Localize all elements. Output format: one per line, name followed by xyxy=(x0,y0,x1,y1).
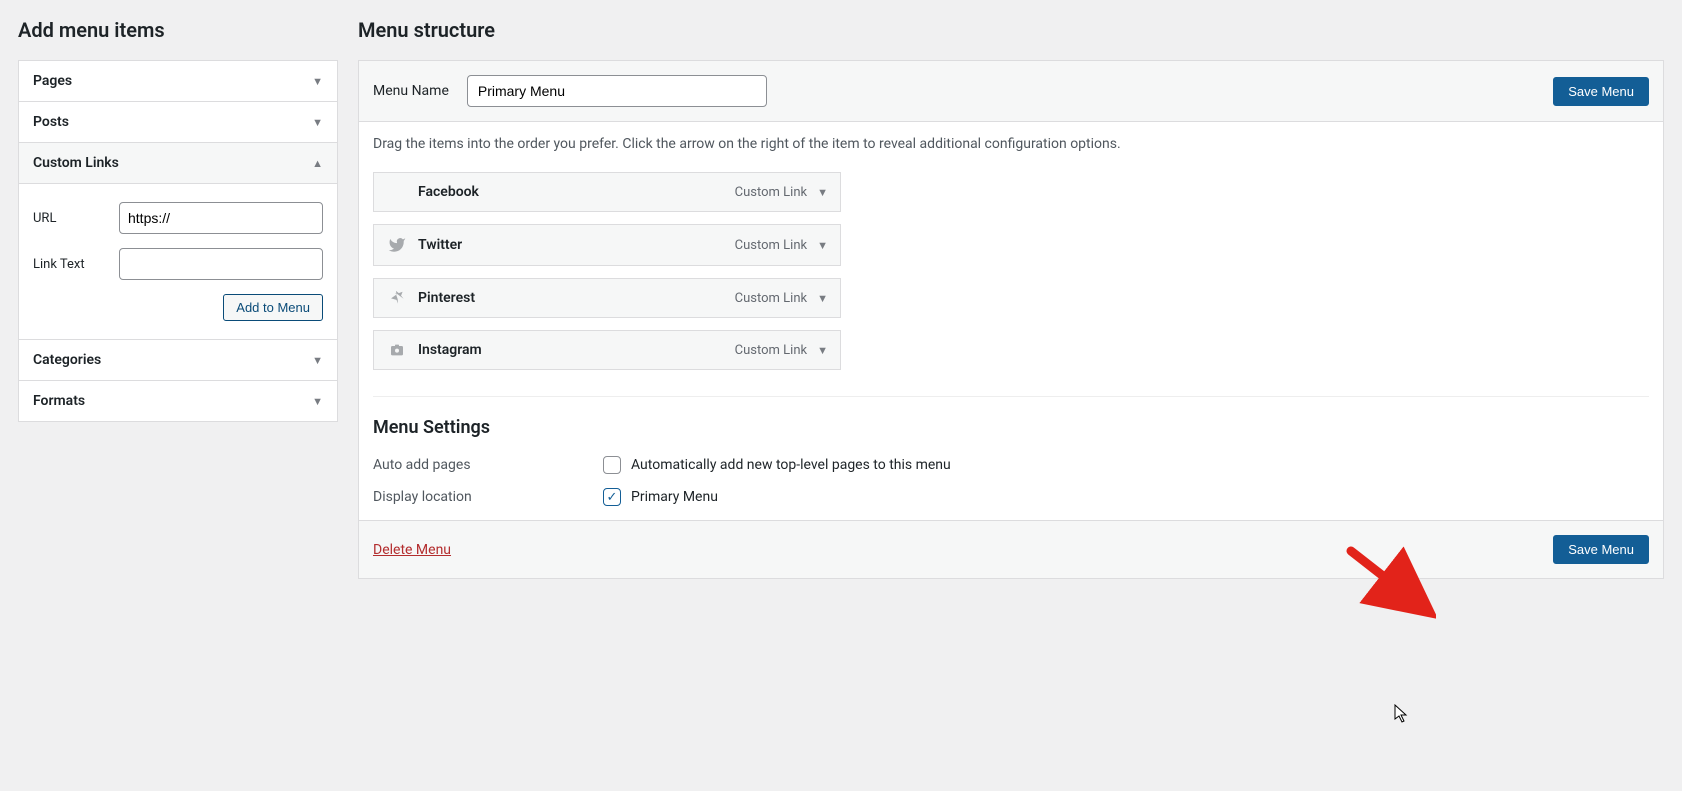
menu-item-twitter[interactable]: Twitter Custom Link ▼ xyxy=(373,224,841,266)
display-location-checkbox[interactable]: ✓ xyxy=(603,488,621,506)
accordion-label: Categories xyxy=(33,352,101,368)
caret-down-icon: ▼ xyxy=(312,354,323,367)
caret-down-icon[interactable]: ▼ xyxy=(817,292,828,305)
caret-down-icon[interactable]: ▼ xyxy=(817,239,828,252)
menu-settings-heading: Menu Settings xyxy=(373,417,1649,438)
auto-add-pages-label: Auto add pages xyxy=(373,457,603,473)
auto-add-checkbox[interactable] xyxy=(603,456,621,474)
instructions-text: Drag the items into the order you prefer… xyxy=(373,136,1649,152)
menu-item-facebook[interactable]: Facebook Custom Link ▼ xyxy=(373,172,841,212)
menu-item-label: Instagram xyxy=(418,342,735,358)
caret-down-icon: ▼ xyxy=(312,75,323,88)
accordion: Pages ▼ Posts ▼ Custom Links ▲ URL Link … xyxy=(18,60,338,422)
caret-down-icon: ▼ xyxy=(312,116,323,129)
menu-name-label: Menu Name xyxy=(373,83,449,99)
pin-icon xyxy=(386,290,408,306)
caret-down-icon[interactable]: ▼ xyxy=(817,344,828,357)
link-text-input[interactable] xyxy=(119,248,323,280)
menu-items-list: Facebook Custom Link ▼ Twitter Custom Li… xyxy=(373,172,841,370)
accordion-label: Pages xyxy=(33,73,72,89)
caret-down-icon: ▼ xyxy=(312,395,323,408)
menu-name-input[interactable] xyxy=(467,75,767,107)
menu-item-pinterest[interactable]: Pinterest Custom Link ▼ xyxy=(373,278,841,318)
custom-links-body: URL Link Text Add to Menu xyxy=(19,184,337,340)
display-location-label: Display location xyxy=(373,489,603,505)
display-location-text: Primary Menu xyxy=(631,489,718,505)
accordion-label: Custom Links xyxy=(33,155,119,171)
accordion-formats[interactable]: Formats ▼ xyxy=(19,381,337,421)
menu-item-type: Custom Link xyxy=(735,238,807,253)
menu-item-label: Pinterest xyxy=(418,290,735,306)
menu-item-label: Twitter xyxy=(418,237,735,253)
menu-structure-heading: Menu structure xyxy=(358,18,1664,42)
save-menu-button-top[interactable]: Save Menu xyxy=(1553,77,1649,106)
camera-icon xyxy=(386,342,408,358)
menu-item-instagram[interactable]: Instagram Custom Link ▼ xyxy=(373,330,841,370)
menu-item-type: Custom Link xyxy=(735,185,807,200)
cursor-icon xyxy=(1394,704,1410,724)
caret-up-icon: ▲ xyxy=(312,157,323,170)
add-to-menu-button[interactable]: Add to Menu xyxy=(223,294,323,321)
accordion-label: Posts xyxy=(33,114,69,130)
accordion-posts[interactable]: Posts ▼ xyxy=(19,102,337,143)
accordion-pages[interactable]: Pages ▼ xyxy=(19,61,337,102)
accordion-categories[interactable]: Categories ▼ xyxy=(19,340,337,381)
auto-add-text: Automatically add new top-level pages to… xyxy=(631,457,951,473)
accordion-label: Formats xyxy=(33,393,85,409)
menu-item-label: Facebook xyxy=(418,184,735,200)
menu-item-type: Custom Link xyxy=(735,291,807,306)
menu-panel: Menu Name Save Menu Drag the items into … xyxy=(358,60,1664,579)
accordion-custom-links[interactable]: Custom Links ▲ xyxy=(19,143,337,184)
link-text-label: Link Text xyxy=(33,257,109,272)
add-menu-items-heading: Add menu items xyxy=(18,18,338,42)
twitter-icon xyxy=(386,236,408,254)
caret-down-icon[interactable]: ▼ xyxy=(817,186,828,199)
menu-item-type: Custom Link xyxy=(735,343,807,358)
delete-menu-link[interactable]: Delete Menu xyxy=(373,542,451,558)
url-input[interactable] xyxy=(119,202,323,234)
url-label: URL xyxy=(33,211,109,226)
save-menu-button-bottom[interactable]: Save Menu xyxy=(1553,535,1649,564)
